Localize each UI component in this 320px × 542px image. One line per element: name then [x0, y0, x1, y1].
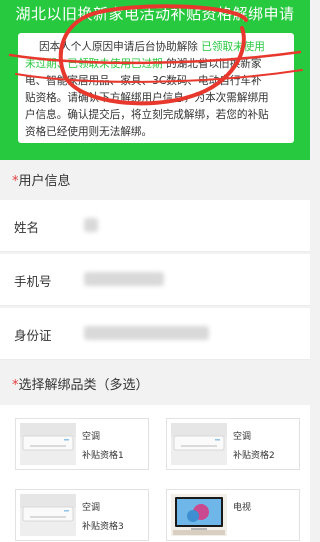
category-sub: 补贴资格1	[82, 451, 124, 461]
phone-row: 手机号	[0, 254, 310, 306]
user-info-title: 用户信息	[18, 174, 71, 189]
category-name: 空调	[82, 503, 101, 513]
category-name: 电视	[233, 503, 252, 513]
air-conditioner-image	[171, 423, 227, 465]
category-sub: 补贴资格2	[233, 451, 275, 461]
notice-text: 资格已经使用则无法解绑。	[25, 126, 153, 138]
category-card[interactable]: 电视	[166, 489, 300, 541]
category-card[interactable]: 空调 补贴资格2	[166, 418, 300, 470]
notice-highlight: 已领取未使用	[201, 41, 265, 53]
page-title: 湖北以旧换新家电活动补贴资格解绑申请	[15, 5, 295, 23]
category-card[interactable]: 空调 补贴资格1	[15, 418, 149, 470]
notice-line: 户信息。确认提交后，将立刻完成解绑，若您的补贴	[25, 107, 287, 124]
notice-line: 未过期、已领取未使用已过期 的湖北省以旧换新家	[25, 56, 287, 73]
user-info-header: *用户信息	[0, 160, 310, 200]
category-header: *选择解绑品类（多选）	[0, 362, 310, 405]
notice-text: 电、智能家居用品、家具、3C数码、电动自行车补	[25, 75, 262, 87]
notice-line: 贴资格。请确认下方解绑用户信息，为本次需解绑用	[25, 90, 287, 107]
category-sub: 补贴资格3	[82, 522, 124, 532]
phone-label: 手机号	[14, 274, 52, 289]
tv-image	[171, 494, 227, 536]
notice-line: 资格已经使用则无法解绑。	[25, 124, 287, 141]
name-value-blurred	[84, 218, 98, 232]
name-row: 姓名	[0, 200, 310, 252]
air-conditioner-image	[20, 494, 76, 536]
notice-highlight: 未过期、已领取未使用已过期	[25, 58, 163, 70]
category-card[interactable]: 空调 补贴资格3	[15, 489, 149, 541]
id-row: 身份证	[0, 308, 310, 360]
id-label: 身份证	[14, 328, 52, 343]
category-name: 空调	[233, 432, 252, 442]
notice-text: 的湖北省以旧换新家	[162, 58, 262, 70]
category-title: 选择解绑品类（多选）	[18, 378, 149, 393]
notice-text: 因本人个人原因申请后台协助解除	[39, 41, 202, 53]
category-name: 空调	[82, 432, 101, 442]
name-label: 姓名	[14, 220, 40, 235]
notice-text: 户信息。确认提交后，将立刻完成解绑，若您的补贴	[25, 109, 269, 121]
air-conditioner-image	[20, 423, 76, 465]
id-value-blurred	[84, 326, 209, 340]
notice-line: 因本人个人原因申请后台协助解除 已领取未使用	[25, 39, 287, 56]
notice-box: 因本人个人原因申请后台协助解除 已领取未使用 未过期、已领取未使用已过期 的湖北省…	[18, 33, 294, 143]
notice-line: 电、智能家居用品、家具、3C数码、电动自行车补	[25, 73, 287, 90]
header-banner: 湖北以旧换新家电活动补贴资格解绑申请 因本人个人原因申请后台协助解除 已领取未使…	[0, 0, 310, 160]
category-grid: 空调 补贴资格1 空调 补贴资格2 空调 补贴资格3 电视	[0, 405, 310, 542]
notice-text: 贴资格。请确认下方解绑用户信息，为本次需解绑用	[25, 92, 269, 104]
phone-value-blurred	[84, 272, 164, 286]
